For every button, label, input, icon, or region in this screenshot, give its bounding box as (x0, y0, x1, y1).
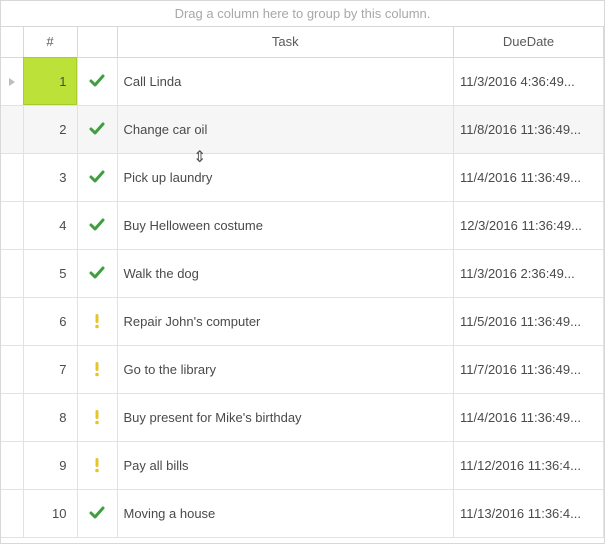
cell-task[interactable]: Call Linda (117, 57, 454, 105)
cell-due-date[interactable]: 11/3/2016 2:36:49... (454, 249, 604, 297)
cell-status[interactable] (77, 297, 117, 345)
row-indicator (1, 153, 23, 201)
cell-due-date[interactable]: 11/4/2016 11:36:49... (454, 393, 604, 441)
cell-task[interactable]: Walk the dog (117, 249, 454, 297)
cell-task[interactable]: Pick up laundry (117, 153, 454, 201)
row-indicator (1, 105, 23, 153)
cell-due-date[interactable]: 11/4/2016 11:36:49... (454, 153, 604, 201)
table-row[interactable]: 1 Call Linda11/3/2016 4:36:49... (1, 57, 604, 105)
cell-number[interactable]: 4 (23, 201, 77, 249)
table-row[interactable]: 7 Go to the library11/7/2016 11:36:49... (1, 345, 604, 393)
header-status[interactable] (77, 27, 117, 57)
cell-number[interactable]: 8 (23, 393, 77, 441)
cell-number[interactable]: 6 (23, 297, 77, 345)
table-row[interactable]: 10 Moving a house11/13/2016 11:36:4... (1, 489, 604, 537)
cell-number[interactable]: 7 (23, 345, 77, 393)
cell-task[interactable]: Buy present for Mike's birthday (117, 393, 454, 441)
cell-status[interactable] (77, 345, 117, 393)
cell-number[interactable]: 1 (23, 57, 77, 105)
row-indicator (1, 249, 23, 297)
checkmark-icon (89, 169, 105, 185)
exclamation-icon (89, 409, 105, 425)
row-indicator (1, 201, 23, 249)
exclamation-icon (89, 361, 105, 377)
table-row[interactable]: 3 Pick up laundry11/4/2016 11:36:49... (1, 153, 604, 201)
cell-number[interactable]: 3 (23, 153, 77, 201)
header-row: # Task DueDate (1, 27, 604, 57)
exclamation-icon (89, 457, 105, 473)
cell-task[interactable]: Go to the library (117, 345, 454, 393)
cell-task[interactable]: Pay all bills (117, 441, 454, 489)
header-task[interactable]: Task (117, 27, 454, 57)
cell-due-date[interactable]: 11/7/2016 11:36:49... (454, 345, 604, 393)
cell-task[interactable]: Moving a house (117, 489, 454, 537)
cell-due-date[interactable]: 11/12/2016 11:36:4... (454, 441, 604, 489)
cell-due-date[interactable]: 11/13/2016 11:36:4... (454, 489, 604, 537)
cell-task[interactable]: Change car oil (117, 105, 454, 153)
checkmark-icon (89, 73, 105, 89)
cell-number[interactable]: 2 (23, 105, 77, 153)
current-row-arrow-icon (9, 78, 15, 86)
header-number[interactable]: # (23, 27, 77, 57)
cell-status[interactable] (77, 105, 117, 153)
cell-status[interactable] (77, 393, 117, 441)
cell-due-date[interactable]: 11/3/2016 4:36:49... (454, 57, 604, 105)
cell-due-date[interactable]: 11/8/2016 11:36:49... (454, 105, 604, 153)
cell-status[interactable] (77, 441, 117, 489)
grid-table: # Task DueDate 1 Call Linda11/3/2016 4:36… (1, 27, 604, 538)
table-row[interactable]: 5 Walk the dog11/3/2016 2:36:49... (1, 249, 604, 297)
cell-number[interactable]: 5 (23, 249, 77, 297)
row-indicator (1, 393, 23, 441)
table-row[interactable]: 2 Change car oil11/8/2016 11:36:49... (1, 105, 604, 153)
exclamation-icon (89, 313, 105, 329)
cell-status[interactable] (77, 489, 117, 537)
cell-due-date[interactable]: 11/5/2016 11:36:49... (454, 297, 604, 345)
cell-status[interactable] (77, 249, 117, 297)
cell-status[interactable] (77, 57, 117, 105)
row-indicator (1, 489, 23, 537)
table-row[interactable]: 4 Buy Helloween costume12/3/2016 11:36:49… (1, 201, 604, 249)
cell-status[interactable] (77, 201, 117, 249)
table-row[interactable]: 9 Pay all bills11/12/2016 11:36:4... (1, 441, 604, 489)
cell-number[interactable]: 9 (23, 441, 77, 489)
cell-due-date[interactable]: 12/3/2016 11:36:49... (454, 201, 604, 249)
cell-status[interactable] (77, 153, 117, 201)
checkmark-icon (89, 121, 105, 137)
cell-task[interactable]: Buy Helloween costume (117, 201, 454, 249)
cell-number[interactable]: 10 (23, 489, 77, 537)
data-grid: Drag a column here to group by this colu… (0, 0, 605, 544)
row-indicator (1, 297, 23, 345)
checkmark-icon (89, 265, 105, 281)
group-by-panel[interactable]: Drag a column here to group by this colu… (1, 1, 604, 27)
table-row[interactable]: 8 Buy present for Mike's birthday11/4/201… (1, 393, 604, 441)
row-indicator (1, 345, 23, 393)
grid-scroll-area[interactable]: # Task DueDate 1 Call Linda11/3/2016 4:36… (1, 27, 604, 543)
header-row-indicator (1, 27, 23, 57)
checkmark-icon (89, 505, 105, 521)
cell-task[interactable]: Repair John's computer (117, 297, 454, 345)
table-row[interactable]: 6 Repair John's computer11/5/2016 11:36:4… (1, 297, 604, 345)
row-indicator (1, 57, 23, 105)
row-indicator (1, 441, 23, 489)
checkmark-icon (89, 217, 105, 233)
header-due-date[interactable]: DueDate (454, 27, 604, 57)
